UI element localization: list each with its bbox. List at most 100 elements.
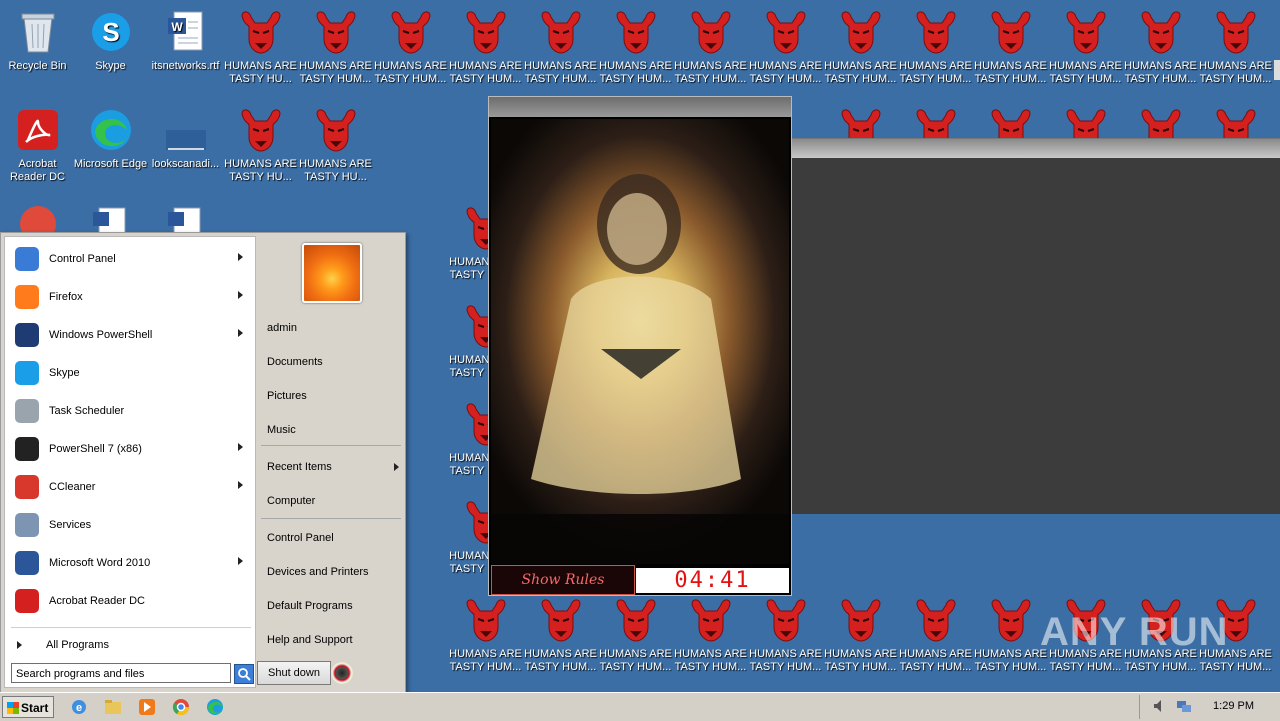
places-item[interactable]: Control Panel [263,527,405,549]
program-item[interactable]: Services [11,507,251,543]
program-item[interactable]: Firefox [11,279,251,315]
icon-label: HUMANS ARE [674,60,747,72]
devil-icon [387,8,435,56]
mrsmajor-window: Show Rules 04:41 [488,96,792,596]
icon-label: TASTY HUM... [449,661,522,673]
desktop-icon-itsnetworks[interactable]: W itsnetworks.rtf [148,8,223,73]
desktop-icon-recycle-bin[interactable]: Recycle Bin [0,8,75,73]
desktop-icon-lookscanadi[interactable]: lookscanadi... [148,106,223,171]
places-item[interactable]: Devices and Printers [263,561,405,583]
desktop-icon-humans-are-tasty[interactable]: HUMANS ARETASTY HU... [223,106,298,184]
volume-icon[interactable] [1152,698,1168,714]
desktop-icon-humans-are-tasty[interactable]: HUMANS ARETASTY HU... [298,106,373,184]
desktop-icon-humans-are-tasty[interactable]: HUMANS ARE TASTY HUM... [973,8,1048,86]
desktop-icon-humans-are-tasty[interactable]: HUMANS ARE TASTY HUM... [598,8,673,86]
divider [261,445,401,446]
program-item[interactable]: Windows PowerShell [11,317,251,353]
desktop-icon-humans-are-tasty[interactable]: HUMANS ARE TASTY HUM... [748,8,823,86]
program-item[interactable]: Acrobat Reader DC [11,583,251,619]
mrsmajor-titlebar[interactable] [489,97,791,117]
desktop-icon-humans-are-tasty[interactable]: HUMANS ARE TASTY HUM... [1123,8,1198,86]
icon-label: TASTY HUM... [1124,661,1197,673]
places-item[interactable]: Recent Items [263,456,405,478]
desktop-icon-humans-are-tasty[interactable]: HUMANS ARE TASTY HUM... [598,596,673,674]
program-item[interactable]: Microsoft Word 2010 [11,545,251,581]
desktop-icon-humans-are-tasty[interactable]: HUMANS ARE TASTY HUM... [673,8,748,86]
icon-label: TASTY HUM... [1049,73,1122,85]
desktop-icon-acrobat[interactable]: Acrobat Reader DC [0,106,75,184]
media-player-icon[interactable] [138,698,156,716]
start-button[interactable]: Start [2,696,54,718]
program-item[interactable]: Skype [11,355,251,391]
desktop-icon-edge[interactable]: Microsoft Edge [73,106,148,171]
clock[interactable]: 1:29 PM [1213,700,1254,712]
devil-icon [1212,8,1260,56]
desktop-icon-humans-are-tasty[interactable]: HUMANS ARE TASTY HUM... [373,8,448,86]
mrsmajor-rules-window: uter has been infected by MrsMajornt att… [790,138,1280,514]
desktop-icon-humans-are-tasty[interactable]: HUMANS ARE TASTY HUM... [973,596,1048,674]
explorer-icon[interactable] [104,698,122,716]
desktop-icon-humans-are-tasty[interactable]: HUMANS ARETASTY HU... [223,8,298,86]
icon-label: TASTY HUM... [749,73,822,85]
chrome-icon[interactable] [172,698,190,716]
icon-label: TASTY HUM... [1199,661,1272,673]
user-avatar[interactable] [302,243,362,303]
divider [11,627,251,628]
places-label: Music [267,424,296,436]
icon-label: TASTY HUM... [1049,661,1122,673]
devil-icon [912,596,960,644]
places-item[interactable]: Documents [263,351,405,373]
program-item[interactable]: CCleaner [11,469,251,505]
places-item[interactable]: Pictures [263,385,405,407]
places-item[interactable]: Music [263,419,405,441]
ie-icon[interactable]: e [70,698,88,716]
places-item[interactable]: Computer [263,490,405,512]
show-rules-button[interactable]: Show Rules [491,565,635,595]
shutdown-button[interactable]: Shut down [257,661,331,685]
start-menu-programs: Control Panel Firefox Windows PowerShell Sk… [4,236,256,688]
firefox-icon [11,281,43,313]
desktop-icon-humans-are-tasty[interactable]: HUMANS ARE TASTY HUM... [898,596,973,674]
desktop-icon-humans-are-tasty[interactable]: HUMANS ARE TASTY HUM... [748,596,823,674]
rules-window-titlebar[interactable] [790,139,1280,158]
places-label: Documents [267,356,323,368]
desktop-icon-humans-are-tasty[interactable]: HUMANS ARE TASTY HUM... [448,8,523,86]
icon-label: TASTY HUM... [674,73,747,85]
search-input[interactable]: Search programs and files [11,663,231,683]
desktop-icon-humans-are-tasty[interactable]: HUMANS ARE TASTY HUM... [448,596,523,674]
desktop-icon-humans-are-tasty[interactable]: HUMANS ARE TASTY HUM... [523,596,598,674]
places-item[interactable]: admin [263,317,405,339]
network-icon[interactable] [1176,698,1192,714]
devil-icon [1062,8,1110,56]
desktop-icon-humans-are-tasty[interactable]: HUMANS ARE TASTY HUM... [898,8,973,86]
icon-label: HUMANS ARE [599,60,672,72]
program-label: Skype [49,367,80,379]
desktop-icon-humans-are-tasty[interactable]: HUMANS ARE TASTY HUM... [523,8,598,86]
program-item[interactable]: Control Panel [11,241,251,277]
devil-icon [837,596,885,644]
program-item[interactable]: PowerShell 7 (x86) [11,431,251,467]
desktop-icon-humans-are-tasty[interactable]: HUMANS ARE TASTY HUM... [298,8,373,86]
desktop-icon-skype[interactable]: S Skype [73,8,148,73]
icon-label: TASTY HUM... [524,661,597,673]
shutdown-options-icon[interactable] [331,662,353,684]
desktop-icon-humans-are-tasty[interactable]: HUMANS ARE TASTY HUM... [1198,8,1273,86]
program-item[interactable]: Task Scheduler [11,393,251,429]
edge-icon[interactable] [206,698,224,716]
desktop-icon-humans-are-tasty[interactable]: HUMANS ARE TASTY HUM... [823,8,898,86]
desktop-icon-humans-are-tasty[interactable]: HUMANS ARE TASTY HUM... [1048,8,1123,86]
devil-icon [537,596,585,644]
desktop-icon-humans-are-tasty[interactable]: HUMANS ARE TASTY HUM... [823,596,898,674]
desktop-icon-humans-are-tasty[interactable]: HUMANS ARE TASTY HUM... [673,596,748,674]
icon-label: Recycle Bin [8,60,67,72]
icon-label: HUMANS ARE [224,60,297,72]
places-item[interactable]: Help and Support [263,629,405,651]
all-programs[interactable]: All Programs [11,634,251,656]
places-item[interactable]: Default Programs [263,595,405,617]
icon-label: HUMANS ARE [899,60,972,72]
search-icon[interactable] [234,664,254,684]
icon-label: TASTY HU... [229,171,292,183]
program-label: PowerShell 7 (x86) [49,443,142,455]
svg-text:S: S [102,17,119,47]
acrobat-icon [14,106,62,154]
